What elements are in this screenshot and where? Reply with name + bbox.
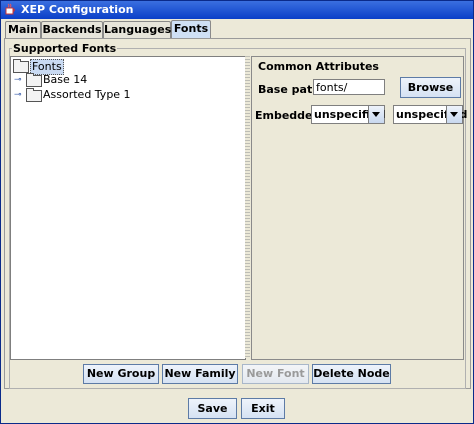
xep-configuration-window: XEP Configuration Main Backends Language… <box>0 0 474 424</box>
embedded-select-1[interactable]: unspecified <box>311 105 385 124</box>
delete-node-button[interactable]: Delete Node <box>312 364 391 384</box>
chevron-down-icon[interactable] <box>368 106 384 123</box>
folder-icon <box>26 88 42 102</box>
new-font-button[interactable]: New Font <box>242 364 309 384</box>
tab-fonts[interactable]: Fonts <box>171 20 211 39</box>
exit-button[interactable]: Exit <box>241 398 285 419</box>
fonts-tree[interactable]: Fonts ⊸ Base 14 ⊸ Assorted Type 1 <box>10 56 246 360</box>
title-bar[interactable]: XEP Configuration <box>1 1 473 19</box>
base-path-field[interactable]: fonts/ <box>313 79 385 95</box>
expand-handle-icon[interactable]: ⊸ <box>14 90 24 100</box>
split-pane-divider[interactable] <box>245 56 250 358</box>
folder-icon <box>13 59 29 73</box>
embedded-select-2[interactable]: unspecified <box>393 105 467 124</box>
supported-fonts-title: Supported Fonts <box>12 42 118 55</box>
tab-backends[interactable]: Backends <box>41 21 103 38</box>
expand-handle-icon[interactable]: ⊸ <box>14 75 24 85</box>
new-family-button[interactable]: New Family <box>162 364 238 384</box>
browse-button[interactable]: Browse <box>400 77 461 98</box>
window-title: XEP Configuration <box>21 3 134 16</box>
chevron-down-icon[interactable] <box>446 106 462 123</box>
save-button[interactable]: Save <box>188 398 237 419</box>
tab-main[interactable]: Main <box>5 21 41 38</box>
tree-node-label: Base 14 <box>43 73 88 86</box>
folder-icon <box>26 73 42 87</box>
java-cup-icon <box>5 3 15 15</box>
common-attributes-title: Common Attributes <box>258 60 379 73</box>
common-attributes-panel: Common Attributes Base path: fonts/ Brow… <box>251 56 467 360</box>
new-group-button[interactable]: New Group <box>83 364 159 384</box>
fonts-tab-panel: Supported Fonts Fonts ⊸ Base 14 ⊸ Assort… <box>4 38 471 389</box>
tab-languages[interactable]: Languages <box>103 21 171 38</box>
tree-node-label: Assorted Type 1 <box>43 88 131 101</box>
